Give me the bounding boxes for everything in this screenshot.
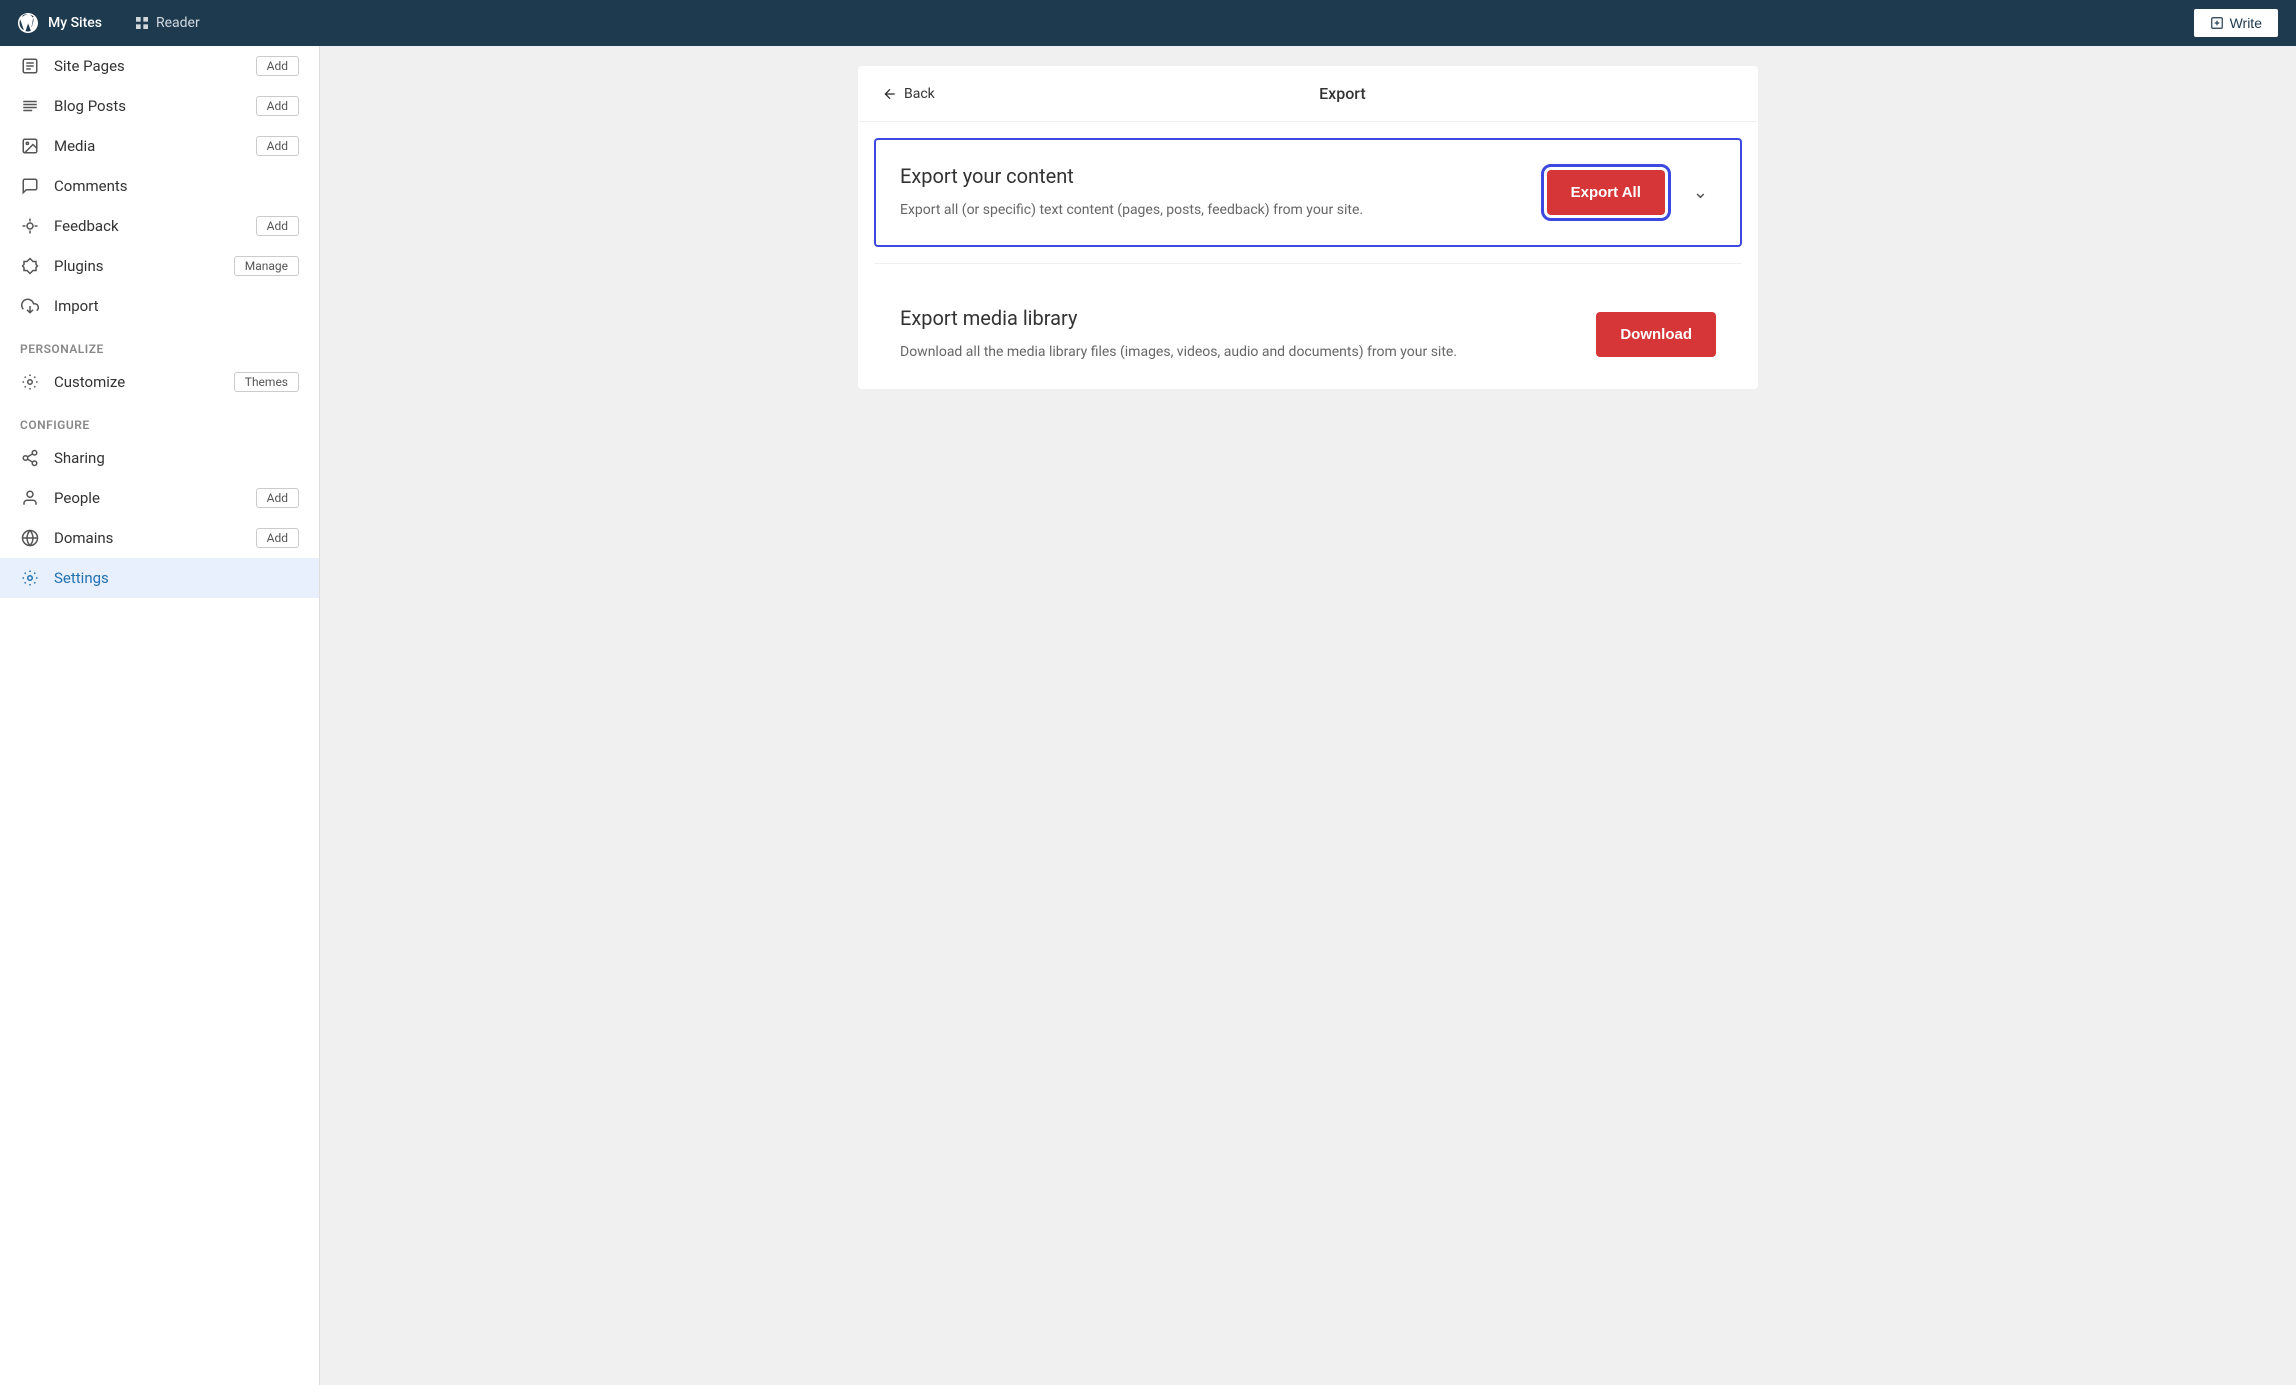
- customize-label: Customize: [54, 373, 234, 391]
- import-label: Import: [54, 297, 299, 315]
- settings-icon: [20, 568, 40, 588]
- sidebar-item-domains[interactable]: Domains Add: [0, 518, 319, 558]
- sidebar-item-people[interactable]: People Add: [0, 478, 319, 518]
- write-label: Write: [2230, 15, 2262, 31]
- export-media-title: Export media library: [900, 306, 1576, 330]
- customize-icon: [20, 372, 40, 392]
- sidebar-item-blog-posts[interactable]: Blog Posts Add: [0, 86, 319, 126]
- site-pages-add-badge[interactable]: Add: [256, 56, 299, 76]
- sidebar-item-customize[interactable]: Customize Themes: [0, 362, 319, 402]
- domains-icon: [20, 528, 40, 548]
- feedback-add-badge[interactable]: Add: [256, 216, 299, 236]
- blog-posts-icon: [20, 96, 40, 116]
- blog-posts-label: Blog Posts: [54, 97, 256, 115]
- export-panel: Back Export Export your content Export a…: [858, 66, 1758, 389]
- export-media-desc: Download all the media library files (im…: [900, 342, 1576, 363]
- download-button[interactable]: Download: [1596, 312, 1716, 357]
- my-sites-label: My Sites: [48, 15, 102, 31]
- content-area: Back Export Export your content Export a…: [320, 46, 2296, 1385]
- sharing-icon: [20, 448, 40, 468]
- sidebar-item-site-pages[interactable]: Site Pages Add: [0, 46, 319, 86]
- personalize-section-label: Personalize: [0, 326, 319, 362]
- reader-label: Reader: [156, 15, 200, 31]
- domains-label: Domains: [54, 529, 256, 547]
- reader-nav-item[interactable]: Reader: [126, 11, 208, 35]
- people-add-badge[interactable]: Add: [256, 488, 299, 508]
- main-layout: Site Pages Add Blog Posts Add Media Add …: [0, 46, 2296, 1385]
- export-header: Back Export: [858, 66, 1758, 122]
- media-add-badge[interactable]: Add: [256, 136, 299, 156]
- site-pages-icon: [20, 56, 40, 76]
- people-label: People: [54, 489, 256, 507]
- sidebar-item-comments[interactable]: Comments: [0, 166, 319, 206]
- card-divider: [874, 263, 1742, 264]
- sidebar: Site Pages Add Blog Posts Add Media Add …: [0, 46, 320, 1385]
- back-label: Back: [904, 86, 935, 102]
- export-content-card: Export your content Export all (or speci…: [874, 138, 1742, 247]
- configure-section-label: Configure: [0, 402, 319, 438]
- export-content-title: Export your content: [900, 164, 1527, 188]
- media-label: Media: [54, 137, 256, 155]
- export-panel-title: Export: [951, 84, 1734, 103]
- plugins-label: Plugins: [54, 257, 234, 275]
- import-icon: [20, 296, 40, 316]
- export-content-card-content: Export your content Export all (or speci…: [900, 164, 1527, 221]
- feedback-icon: [20, 216, 40, 236]
- back-arrow-icon: [882, 86, 898, 102]
- plugins-manage-badge[interactable]: Manage: [234, 256, 299, 276]
- sidebar-item-sharing[interactable]: Sharing: [0, 438, 319, 478]
- comments-label: Comments: [54, 177, 299, 195]
- my-sites-nav-item[interactable]: My Sites: [16, 11, 102, 35]
- blog-posts-add-badge[interactable]: Add: [256, 96, 299, 116]
- sidebar-item-import[interactable]: Import: [0, 286, 319, 326]
- write-button[interactable]: Write: [2192, 7, 2280, 39]
- chevron-down-icon[interactable]: ⌄: [1685, 174, 1716, 211]
- site-pages-label: Site Pages: [54, 57, 256, 75]
- sidebar-item-plugins[interactable]: Plugins Manage: [0, 246, 319, 286]
- settings-label: Settings: [54, 569, 299, 587]
- feedback-label: Feedback: [54, 217, 256, 235]
- sidebar-item-media[interactable]: Media Add: [0, 126, 319, 166]
- export-media-card-content: Export media library Download all the me…: [900, 306, 1576, 363]
- domains-add-badge[interactable]: Add: [256, 528, 299, 548]
- back-link[interactable]: Back: [882, 86, 935, 102]
- export-media-card: Export media library Download all the me…: [874, 280, 1742, 389]
- sidebar-item-feedback[interactable]: Feedback Add: [0, 206, 319, 246]
- people-icon: [20, 488, 40, 508]
- media-icon: [20, 136, 40, 156]
- customize-themes-badge[interactable]: Themes: [234, 372, 299, 392]
- top-navigation: My Sites Reader Write: [0, 0, 2296, 46]
- comments-icon: [20, 176, 40, 196]
- plugins-icon: [20, 256, 40, 276]
- sharing-label: Sharing: [54, 449, 299, 467]
- export-all-button[interactable]: Export All: [1547, 170, 1665, 215]
- sidebar-item-settings[interactable]: Settings: [0, 558, 319, 598]
- export-content-desc: Export all (or specific) text content (p…: [900, 200, 1527, 221]
